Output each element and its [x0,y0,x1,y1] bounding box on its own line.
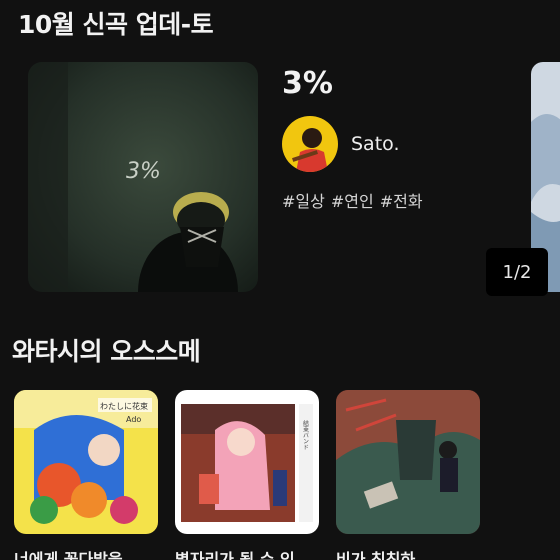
tag-list: #일상 #연인 #전화 [282,188,522,212]
page: 10월 신곡 업데-토 3% 3% Sato. #일상 #연인 #전화 1/2 … [0,0,560,560]
recommendation-title[interactable]: 별자리가 될 수 있 [175,546,319,560]
album-cover-artist: Ado [126,415,141,424]
album-cover-text: わたしに花束 [100,401,148,411]
album-cover[interactable]: 結束バンド [175,390,319,534]
recommendation-title[interactable]: 비가 칙칙하 [336,546,480,560]
feature-carousel[interactable]: 3% 3% Sato. #일상 #연인 #전화 1/2 [0,62,560,296]
tag[interactable]: #전화 [380,188,423,212]
tag[interactable]: #연인 [331,188,374,212]
feature-info: 3% Sato. #일상 #연인 #전화 [282,66,522,212]
section-title-new-releases: 10월 신곡 업데-토 [18,10,214,39]
recommendation-title[interactable]: 너에게 꽃다발을 [14,546,158,560]
section-title-recommendations: 와타시의 오스스메 [12,337,201,366]
album-cover[interactable] [336,390,480,534]
recommendation-card[interactable]: 비가 칙칙하 [336,390,480,560]
artist-name[interactable]: Sato. [351,133,399,155]
recommendation-card[interactable]: わたしに花束 Ado 너에게 꽃다발을 [14,390,158,560]
recommendation-card[interactable]: 結束バンド 별자리가 될 수 있 [175,390,319,560]
recommendation-list: わたしに花束 Ado 너에게 꽃다발을 結束バンド 별자리가 될 수 있 비가 … [14,390,560,560]
artist-avatar[interactable] [282,116,338,172]
tag[interactable]: #일상 [282,188,325,212]
album-cover[interactable]: わたしに花束 Ado [14,390,158,534]
feature-album-cover[interactable]: 3% [28,62,258,292]
carousel-page-indicator: 1/2 [486,248,548,296]
feature-song-title[interactable]: 3% [282,66,522,102]
artist-row[interactable]: Sato. [282,116,522,172]
album-cover-text: 結束バンド [302,419,309,450]
feature-cover-text: 3% [126,159,161,184]
